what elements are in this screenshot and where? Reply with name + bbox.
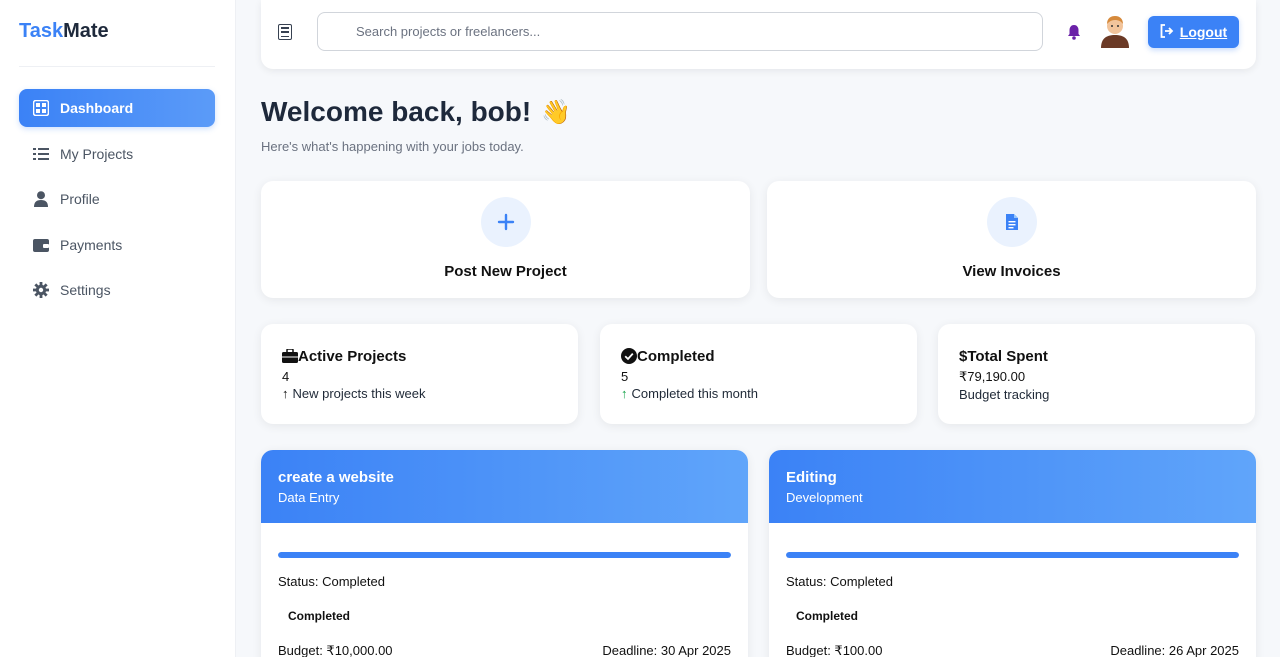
post-new-project-card[interactable]: Post New Project: [261, 181, 750, 298]
hamburger-menu-icon[interactable]: [278, 24, 292, 40]
logout-icon: [1160, 23, 1174, 41]
user-icon: [32, 191, 49, 208]
sidebar-item-label: Dashboard: [60, 100, 134, 116]
stat-title: Active Projects: [298, 347, 407, 365]
bell-icon[interactable]: [1067, 24, 1081, 40]
stat-card-completed: Completed 5 ↑ Completed this month: [600, 324, 917, 424]
stat-card-total-spent: $ Total Spent ₹79,190.00 Budget tracking: [938, 324, 1255, 424]
sidebar: TaskMate Dashboard My Projects Profile P: [0, 0, 236, 657]
arrow-up-icon: ↑: [621, 386, 628, 401]
logout-label: Logout: [1179, 24, 1228, 40]
sidebar-item-dashboard[interactable]: Dashboard: [19, 89, 215, 127]
stat-note-text: New projects this week: [292, 386, 426, 401]
gear-icon: [32, 282, 49, 299]
sidebar-item-settings[interactable]: Settings: [19, 271, 215, 309]
project-deadline: Deadline: 30 Apr 2025: [602, 643, 731, 657]
action-label: Post New Project: [444, 263, 567, 280]
sidebar-item-profile[interactable]: Profile: [19, 180, 215, 218]
progress-fill: [278, 552, 731, 558]
avatar[interactable]: [1099, 14, 1131, 48]
page-title: Welcome back, bob! 👋: [261, 96, 571, 128]
stat-value: 5: [621, 369, 629, 384]
stat-value: 4: [282, 369, 290, 384]
project-card-header: Editing Development: [769, 450, 1256, 523]
sidebar-nav: Dashboard My Projects Profile Payments S…: [19, 89, 215, 317]
status-badge: Completed: [278, 605, 361, 627]
plus-icon: [480, 197, 531, 247]
stat-note: ↑ New projects this week: [282, 386, 557, 401]
progress-bar: [786, 552, 1239, 558]
project-card-header: create a website Data Entry: [261, 450, 748, 523]
view-invoices-card[interactable]: View Invoices: [767, 181, 1256, 298]
search-input[interactable]: Search projects or freelancers...: [317, 12, 1043, 51]
project-status: Status: Completed: [786, 574, 893, 589]
sidebar-item-label: Payments: [60, 236, 123, 253]
arrow-up-icon: ↑: [282, 386, 289, 401]
stat-title: Total Spent: [967, 347, 1048, 365]
project-title: create a website: [278, 469, 394, 486]
stat-card-active-projects: Active Projects 4 ↑ New projects this wee…: [261, 324, 578, 424]
welcome-title: Welcome back, bob!: [261, 96, 532, 127]
action-label: View Invoices: [962, 263, 1061, 280]
project-budget: Budget: ₹100.00: [786, 643, 883, 657]
progress-fill: [786, 552, 1239, 558]
waving-hand-icon: 👋: [541, 98, 572, 126]
sidebar-item-label: My Projects: [60, 145, 134, 162]
invoice-icon: [986, 197, 1037, 247]
briefcase-icon: [282, 349, 298, 363]
project-category: Development: [786, 490, 863, 505]
brand-part-1: Task: [19, 20, 64, 42]
topbar: Search projects or freelancers... Logout: [261, 0, 1256, 69]
dollar-icon: $: [959, 347, 968, 365]
stat-note-text: Completed this month: [631, 386, 758, 401]
logout-button[interactable]: Logout: [1148, 16, 1239, 48]
stat-note: ↑ Completed this month: [621, 386, 896, 401]
sidebar-divider: [19, 66, 215, 67]
project-deadline: Deadline: 26 Apr 2025: [1110, 643, 1239, 657]
sidebar-item-label: Profile: [60, 191, 100, 207]
project-category: Data Entry: [278, 490, 340, 505]
brand-part-2: Mate: [63, 20, 109, 42]
status-badge: Completed: [786, 605, 869, 627]
project-title: Editing: [786, 469, 837, 486]
project-card[interactable]: create a website Data Entry Status: Comp…: [261, 450, 748, 657]
project-status: Status: Completed: [278, 574, 385, 589]
stat-value: ₹79,190.00: [959, 369, 1026, 384]
wallet-icon: [32, 236, 49, 253]
sidebar-item-payments[interactable]: Payments: [19, 226, 215, 264]
sidebar-item-label: Settings: [60, 282, 111, 298]
list-icon: [32, 145, 49, 162]
project-budget: Budget: ₹10,000.00: [278, 643, 393, 657]
stat-title: Completed: [637, 347, 715, 365]
sidebar-item-my-projects[interactable]: My Projects: [19, 135, 215, 173]
project-card[interactable]: Editing Development Status: Completed Co…: [769, 450, 1256, 657]
welcome-subtitle: Here's what's happening with your jobs t…: [261, 139, 524, 154]
progress-bar: [278, 552, 731, 558]
check-circle-icon: [621, 348, 637, 364]
stat-note: Budget tracking: [959, 387, 1050, 402]
grid-icon: [32, 100, 49, 117]
brand-logo[interactable]: TaskMate: [19, 20, 109, 43]
